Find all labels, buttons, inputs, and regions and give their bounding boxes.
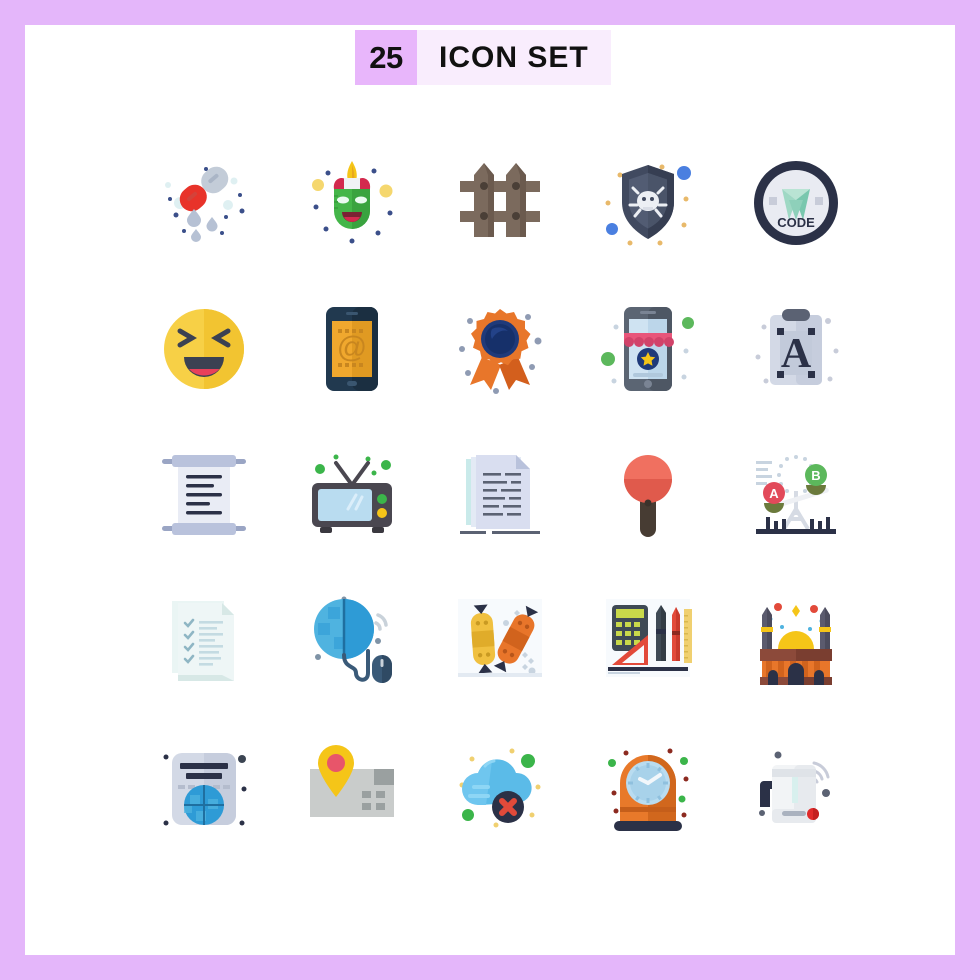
documents-icon: [460, 455, 540, 534]
skateboards-icon: [458, 599, 542, 677]
checklist-document-icon: [172, 601, 234, 681]
icon-cell-cloud-error[interactable]: Cloud with error cross: [426, 714, 574, 860]
icon-cell-mobile-email[interactable]: Smartphone with email at symbol @: [278, 276, 426, 422]
smart-kettle-icon: [759, 751, 830, 823]
icon-cell-table-clock[interactable]: Orange table clock: [574, 714, 722, 860]
scroll-document-icon: [162, 455, 246, 535]
icon-cell-mosque[interactable]: Mosque with golden dome: [722, 568, 870, 714]
icon-cell-baby-rattle[interactable]: Red lollipop rattle: [574, 422, 722, 568]
code-badge-icon: CODE: [754, 161, 838, 245]
webpage-globe-icon: [163, 753, 247, 826]
typography-clipboard-icon: A: [755, 309, 839, 385]
cloud-error-icon: [459, 748, 541, 828]
icon-cell-scroll-document[interactable]: Paper scroll with text: [130, 422, 278, 568]
icon-cell-checklist-document[interactable]: Checklist on paper: [130, 568, 278, 714]
icon-cell-fence[interactable]: Wooden garden fence: [426, 130, 574, 276]
icon-cell-skateboards[interactable]: Two skateboards: [426, 568, 574, 714]
svg-text:B: B: [811, 468, 820, 483]
sheet-header: 25 ICON SET: [355, 30, 611, 85]
icon-cell-stationery[interactable]: Calculator pen pencil ruler set: [574, 568, 722, 714]
icon-cell-carnival-mask[interactable]: Carnival jester mask: [278, 130, 426, 276]
icon-cell-pills-drops[interactable]: Capsule pills with water drops: [130, 130, 278, 276]
icon-cell-internet-globe-mouse[interactable]: Globe with computer mouse wifi: [278, 568, 426, 714]
icon-cell-code-badge[interactable]: Code badge with diamond CODE: [722, 130, 870, 276]
icon-cell-map-location[interactable]: Map with location pin: [278, 714, 426, 860]
icon-cell-award-badge[interactable]: Award rosette with ribbon: [426, 276, 574, 422]
icon-cell-mobile-shop[interactable]: Mobile shop with awning and star: [574, 276, 722, 422]
code-badge-text: CODE: [777, 215, 815, 230]
clipboard-letter: A: [781, 331, 812, 377]
icon-cell-television[interactable]: Retro television set: [278, 422, 426, 568]
ab-testing-scale-icon: A B: [756, 455, 836, 534]
fence-icon: [460, 163, 540, 237]
icon-cell-documents[interactable]: Stacked paper documents: [426, 422, 574, 568]
icon-count-badge: 25: [355, 30, 417, 85]
internet-globe-mouse-icon: [314, 596, 392, 683]
mobile-shop-icon: [601, 307, 694, 391]
laughing-emoji-icon: [164, 309, 244, 389]
map-location-icon: [310, 745, 394, 817]
icon-grid: Capsule pills with water drops: [130, 130, 870, 860]
antivirus-shield-icon: [605, 164, 691, 246]
baby-rattle-icon: [624, 455, 672, 537]
table-clock-icon: [608, 748, 689, 831]
icon-cell-antivirus-shield[interactable]: Shield with virus skull: [574, 130, 722, 276]
svg-text:A: A: [769, 486, 779, 501]
carnival-mask-icon: [312, 161, 393, 244]
stationery-icon: [606, 599, 692, 677]
mosque-icon: [760, 603, 832, 685]
television-icon: [312, 454, 392, 533]
icon-cell-typography-clipboard[interactable]: Clipboard with letter A A: [722, 276, 870, 422]
sheet-title: ICON SET: [417, 30, 611, 85]
icon-cell-smart-kettle[interactable]: Smart kettle with wifi: [722, 714, 870, 860]
email-at-symbol: @: [337, 331, 367, 364]
icon-cell-laughing-emoji[interactable]: Laughing face emoji: [130, 276, 278, 422]
icon-sheet: 25 ICON SET Capsule pills with water dro…: [25, 25, 955, 955]
icon-cell-webpage-globe[interactable]: Document with globe web page: [130, 714, 278, 860]
pills-drops-icon: [165, 166, 245, 242]
mobile-email-icon: @: [326, 307, 378, 391]
icon-cell-ab-testing-scale[interactable]: Balance scale A B testing A: [722, 422, 870, 568]
award-badge-icon: [459, 309, 542, 394]
